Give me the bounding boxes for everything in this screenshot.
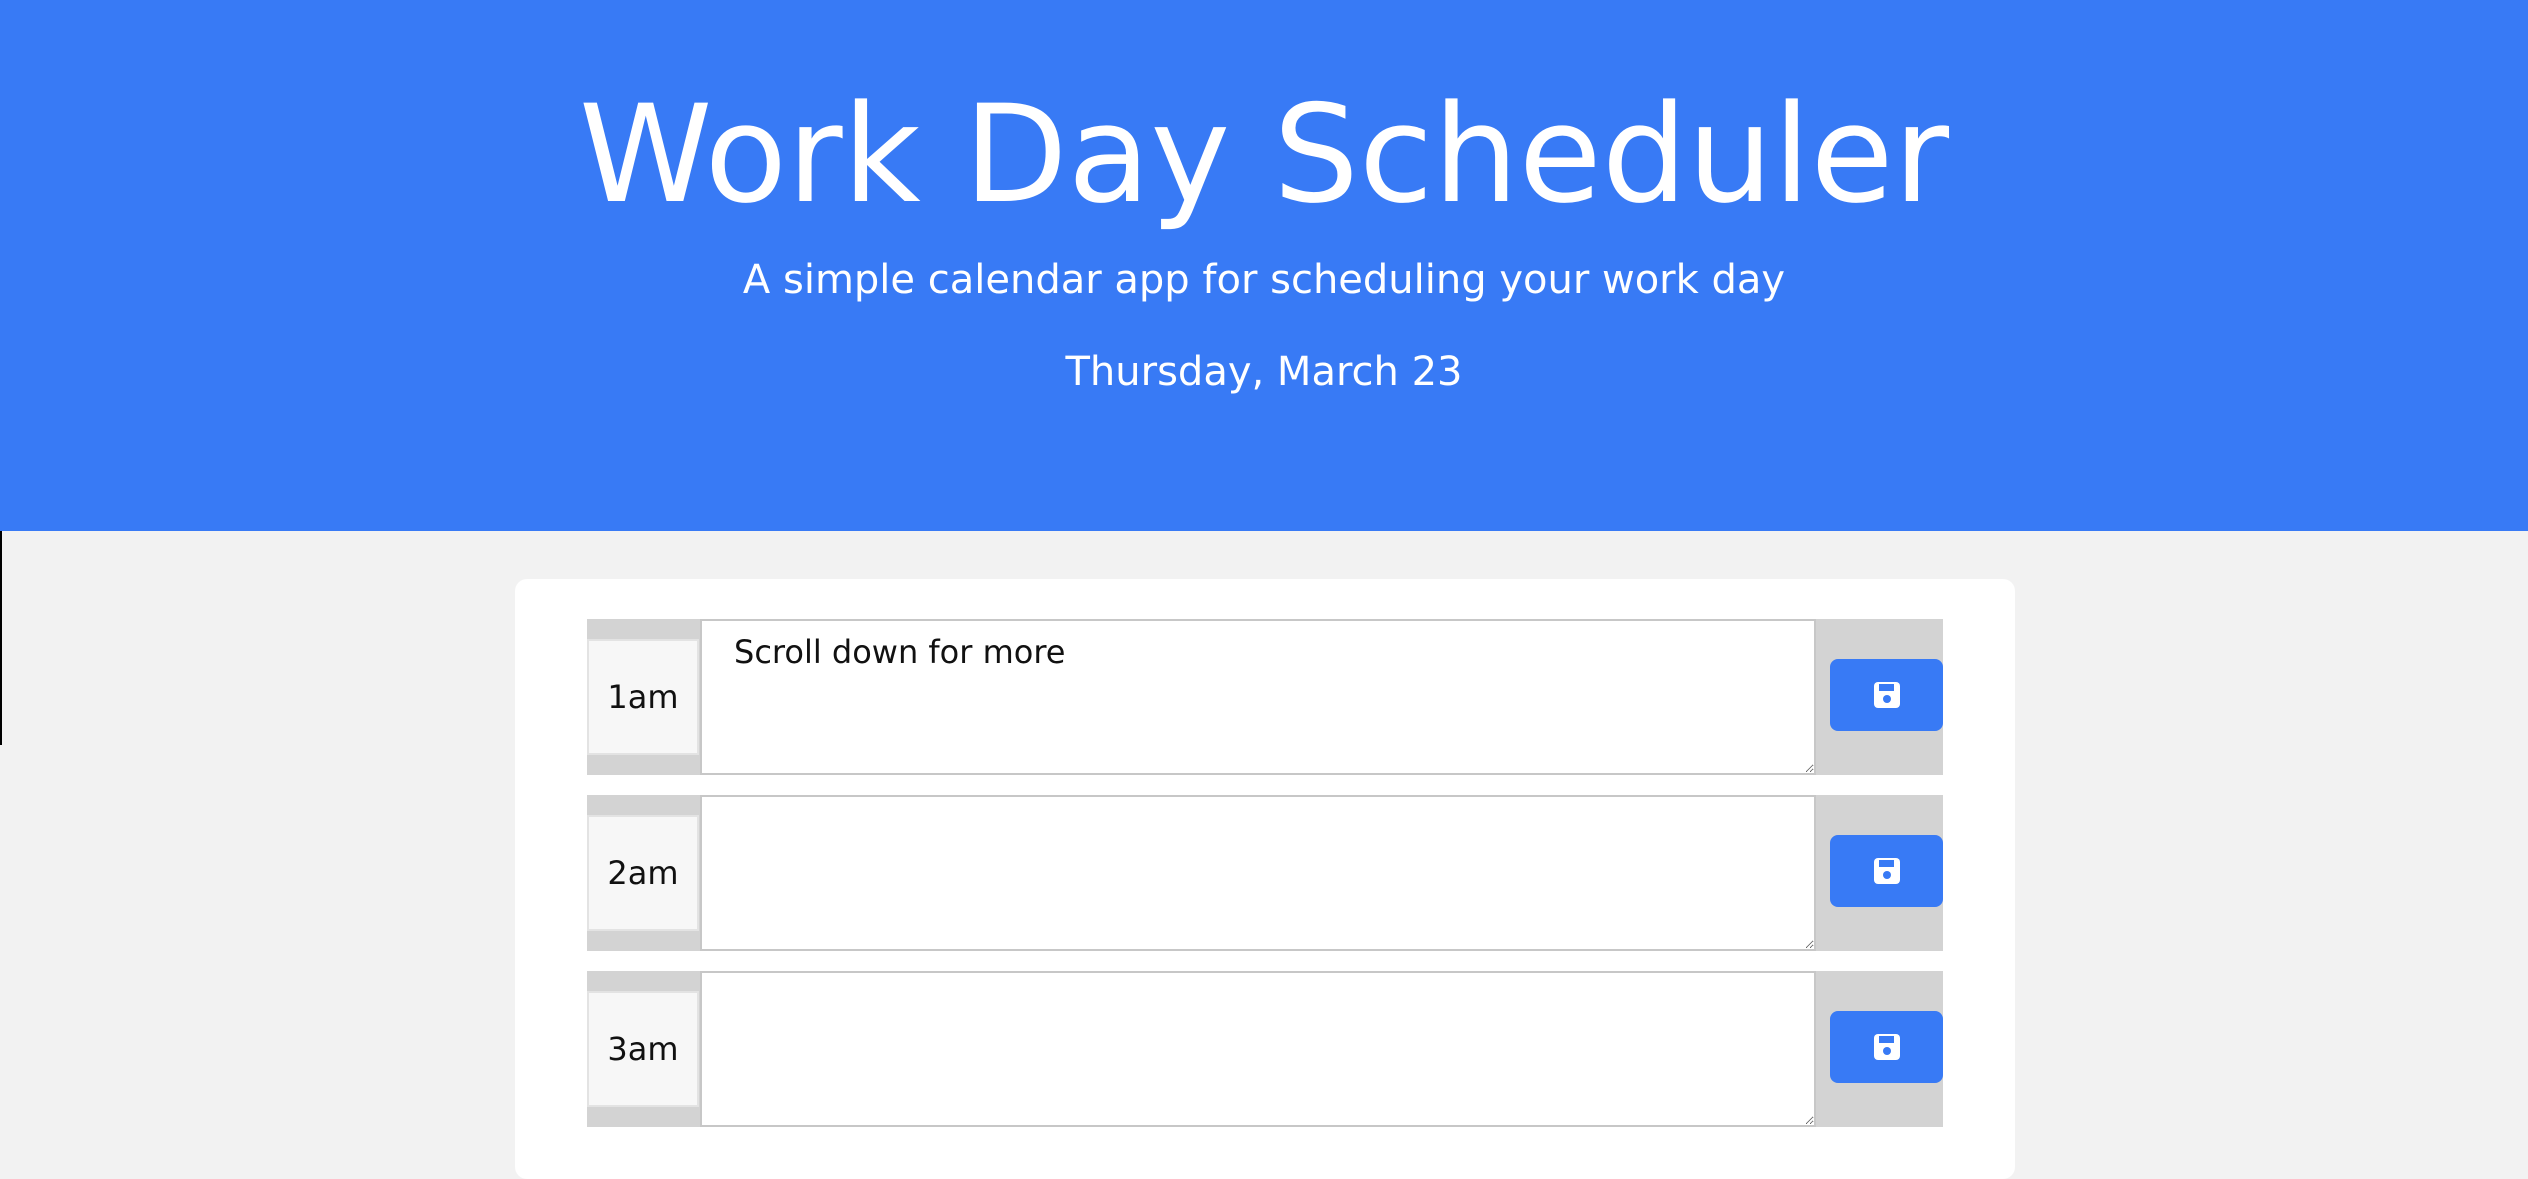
- task-input[interactable]: [700, 795, 1816, 951]
- save-button[interactable]: [1830, 835, 1943, 907]
- floppy-disk-icon: [1872, 680, 1902, 710]
- save-button[interactable]: [1830, 659, 1943, 731]
- current-date: Thursday, March 23: [1065, 349, 1463, 395]
- floppy-disk-icon: [1872, 1032, 1902, 1062]
- task-input[interactable]: Scroll down for more: [700, 619, 1816, 775]
- floppy-disk-icon: [1872, 856, 1902, 886]
- time-block-row: 3am: [587, 971, 1943, 1127]
- time-block-row: 1am Scroll down for more: [587, 619, 1943, 775]
- page-title: Work Day Scheduler: [578, 76, 1950, 233]
- task-input[interactable]: [700, 971, 1816, 1127]
- hour-label: 3am: [587, 991, 699, 1107]
- page-subtitle: A simple calendar app for scheduling you…: [742, 257, 1786, 303]
- time-block-row: 2am: [587, 795, 1943, 951]
- jumbotron-header: Work Day Scheduler A simple calendar app…: [0, 0, 2528, 531]
- hour-label: 1am: [587, 639, 699, 755]
- save-button[interactable]: [1830, 1011, 1943, 1083]
- hour-label: 2am: [587, 815, 699, 931]
